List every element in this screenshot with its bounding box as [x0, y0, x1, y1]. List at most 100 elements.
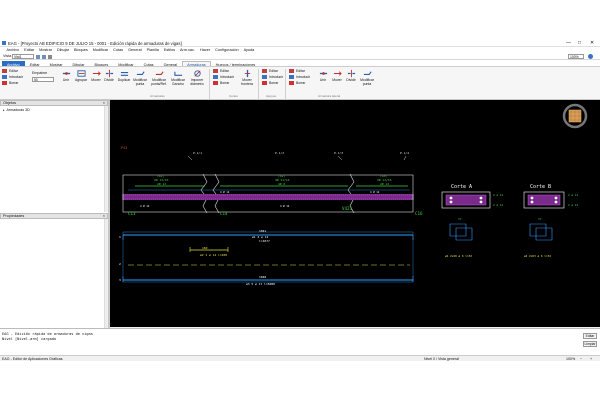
- g4-introducir-button[interactable]: Introducir: [289, 75, 310, 79]
- expand-icon[interactable]: ▸: [3, 108, 5, 112]
- schedule-text: l=1077: [259, 239, 270, 243]
- g4-editar-button[interactable]: Editar: [289, 69, 305, 73]
- dividir-button[interactable]: Dividir: [103, 69, 115, 83]
- menu-archivo[interactable]: Archivo: [4, 48, 22, 52]
- g4-dividir-button[interactable]: Dividir: [345, 69, 357, 83]
- g3-editar-button[interactable]: Editar: [262, 69, 278, 73]
- mover-frontera-button[interactable]: Mover frontera: [238, 69, 256, 86]
- edit-icon: [289, 69, 294, 73]
- g3-introducir-label: Introducir: [269, 75, 284, 79]
- g3-introducir-button[interactable]: Introducir: [262, 75, 283, 79]
- duplicar-button[interactable]: Duplicar: [117, 69, 131, 83]
- menu-modificar[interactable]: Modificar: [90, 48, 110, 52]
- rebar-dot: [530, 196, 534, 200]
- move-icon: [333, 71, 342, 76]
- drawing-viewport[interactable]: P43 P.1/1 P.1/2 P.1/3 P.1/4 (A1) 2Ø 12/1…: [110, 100, 600, 327]
- redo-icon[interactable]: [42, 54, 46, 59]
- g2-introducir-button[interactable]: Introducir: [213, 75, 234, 79]
- zoom-select[interactable]: 100%: [568, 54, 584, 59]
- empalme-input[interactable]: 50: [32, 77, 54, 82]
- g3-borrar-label: Borrar: [269, 81, 279, 85]
- command-console: EAG - Edición rápida de armaduras de vig…: [0, 328, 600, 355]
- modificar-punta-button[interactable]: Modificar punta: [133, 69, 147, 86]
- imponer-diametro-button[interactable]: Imponer diámetro: [188, 69, 206, 86]
- modificar-gancho-label: Modificar Gancho: [171, 78, 185, 86]
- add-icon: [213, 75, 218, 79]
- mover-button[interactable]: Mover: [90, 69, 102, 83]
- g2-borrar-button[interactable]: Borrar: [213, 81, 229, 85]
- section-label: 2 ø 12: [493, 203, 503, 207]
- objects-panel-header: Objetos ×: [0, 100, 108, 106]
- top-label: P.1/4: [400, 151, 409, 155]
- view-cube[interactable]: [562, 103, 588, 129]
- group-label-cortes: Cortes: [229, 94, 238, 98]
- g4-modificar-punta-button[interactable]: Modificar punta: [359, 69, 375, 86]
- menu-hacer[interactable]: Hacer: [198, 48, 213, 52]
- maximize-button[interactable]: □: [578, 40, 581, 46]
- tree-item[interactable]: ▸ Armaduras 3D: [3, 108, 30, 112]
- group-icon: [76, 70, 86, 77]
- group-label-armadura-lateral: Armadura lateral: [318, 94, 341, 98]
- column-label: C16: [415, 211, 423, 216]
- view-toolbar: [36, 54, 52, 59]
- undo-icon[interactable]: [36, 54, 40, 59]
- print-icon[interactable]: [48, 54, 52, 59]
- clear-console-button[interactable]: Limpiar: [583, 341, 597, 347]
- g4-borrar-label: Borrar: [296, 81, 306, 85]
- minimize-button[interactable]: —: [566, 40, 571, 46]
- borrar-button[interactable]: Borrar: [2, 81, 18, 85]
- g2-editar-button[interactable]: Editar: [213, 69, 229, 73]
- menu-general[interactable]: General: [126, 48, 145, 52]
- menu-dibujar[interactable]: Dibujar: [54, 48, 71, 52]
- move-icon: [92, 71, 101, 76]
- help-icon[interactable]: [588, 54, 593, 59]
- menu-planilla[interactable]: Planilla: [144, 48, 161, 52]
- g4-borrar-button[interactable]: Borrar: [289, 81, 305, 85]
- section-size: 17: [538, 217, 542, 221]
- top-label: P.1/1: [193, 151, 202, 155]
- duplicate-icon: [120, 72, 128, 76]
- editar-button[interactable]: Editar: [2, 69, 18, 73]
- drawing-canvas[interactable]: P43 P.1/1 P.1/2 P.1/3 P.1/4 (A1) 2Ø 12/1…: [110, 100, 600, 327]
- delete-icon: [2, 81, 7, 85]
- menu-cotas[interactable]: Cotas: [111, 48, 126, 52]
- imponer-diametro-label: Imponer diámetro: [190, 78, 204, 86]
- edit-icon: [2, 69, 7, 73]
- g4-editar-label: Editar: [296, 69, 305, 73]
- menu-editar[interactable]: Editar: [22, 48, 37, 52]
- schedule-text: ø2 1 ø 12 l=200: [200, 253, 227, 257]
- g4-introducir-label: Introducir: [296, 75, 311, 79]
- introducir-button[interactable]: Introducir: [2, 75, 23, 79]
- duplicar-label: Duplicar: [117, 78, 131, 82]
- menu-armvac[interactable]: Arm.vac.: [178, 48, 198, 52]
- g4-modificar-punta-label: Modificar punta: [360, 78, 374, 86]
- menu-mostrar[interactable]: Mostrar: [37, 48, 55, 52]
- editar-label: Editar: [9, 69, 18, 73]
- agrupar-button[interactable]: Agrupar: [74, 69, 88, 83]
- g4-dividir-label: Dividir: [346, 78, 356, 82]
- unir-button[interactable]: Unir: [60, 69, 72, 83]
- menu-estilos[interactable]: Estilos: [161, 48, 177, 52]
- modificar-gancho-button[interactable]: Modificar Gancho: [170, 69, 186, 86]
- g3-borrar-button[interactable]: Borrar: [262, 81, 278, 85]
- view-select[interactable]: Vist1: [12, 54, 34, 59]
- section-foot: ø4 2x63 ø 6 l=32: [524, 254, 551, 258]
- hook-icon: [173, 71, 182, 76]
- close-button[interactable]: ✕: [590, 40, 594, 46]
- edit-console-button[interactable]: Editar: [583, 333, 597, 339]
- rebar-dot: [479, 200, 483, 204]
- section-a-stirrup-shape: [449, 223, 473, 241]
- introducir-label: Introducir: [9, 75, 24, 79]
- modificar-punta-ref-button[interactable]: Modificar punta/Ref.: [150, 69, 168, 86]
- menu-configuracion[interactable]: Configuración: [213, 48, 241, 52]
- menu-ayuda[interactable]: Ayuda: [241, 48, 257, 52]
- section-b-stirrup: [527, 194, 561, 206]
- add-icon: [2, 75, 7, 79]
- objects-panel-title: Objetos: [3, 101, 17, 105]
- g4-unir-button[interactable]: Unir: [317, 69, 329, 83]
- split-icon: [105, 69, 113, 78]
- menu-bloques[interactable]: Bloques: [72, 48, 91, 52]
- bottom-margin: [0, 361, 600, 400]
- g4-mover-button[interactable]: Mover: [331, 69, 343, 83]
- edit-icon: [213, 69, 218, 73]
